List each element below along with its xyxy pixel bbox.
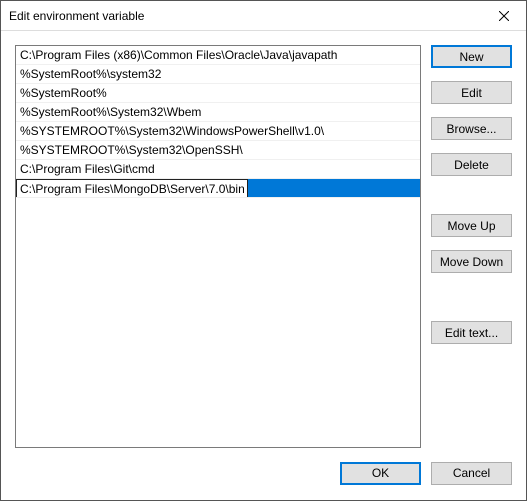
- path-listbox[interactable]: C:\Program Files (x86)\Common Files\Orac…: [15, 45, 421, 448]
- move-down-button[interactable]: Move Down: [431, 250, 512, 273]
- edit-text-button[interactable]: Edit text...: [431, 321, 512, 344]
- delete-button[interactable]: Delete: [431, 153, 512, 176]
- bottom-row: OK Cancel: [15, 448, 512, 490]
- cancel-button[interactable]: Cancel: [431, 462, 512, 485]
- button-column: New Edit Browse... Delete Move Up Move D…: [431, 45, 512, 448]
- close-icon: [499, 11, 509, 21]
- list-item[interactable]: C:\Program Files\Git\cmd: [16, 160, 420, 179]
- browse-button[interactable]: Browse...: [431, 117, 512, 140]
- content-area: C:\Program Files (x86)\Common Files\Orac…: [1, 31, 526, 500]
- titlebar: Edit environment variable: [1, 1, 526, 31]
- ok-button[interactable]: OK: [340, 462, 421, 485]
- list-item[interactable]: %SystemRoot%\system32: [16, 65, 420, 84]
- new-button[interactable]: New: [431, 45, 512, 68]
- move-up-button[interactable]: Move Up: [431, 214, 512, 237]
- path-edit-input[interactable]: [16, 179, 248, 198]
- list-item[interactable]: %SYSTEMROOT%\System32\OpenSSH\: [16, 141, 420, 160]
- edit-env-var-dialog: Edit environment variable C:\Program Fil…: [0, 0, 527, 501]
- window-title: Edit environment variable: [9, 9, 144, 23]
- list-item[interactable]: %SYSTEMROOT%\System32\WindowsPowerShell\…: [16, 122, 420, 141]
- list-item-editing[interactable]: [16, 179, 420, 198]
- close-button[interactable]: [481, 1, 526, 31]
- list-item[interactable]: %SystemRoot%: [16, 84, 420, 103]
- edit-button[interactable]: Edit: [431, 81, 512, 104]
- main-row: C:\Program Files (x86)\Common Files\Orac…: [15, 45, 512, 448]
- list-item[interactable]: %SystemRoot%\System32\Wbem: [16, 103, 420, 122]
- list-item[interactable]: C:\Program Files (x86)\Common Files\Orac…: [16, 46, 420, 65]
